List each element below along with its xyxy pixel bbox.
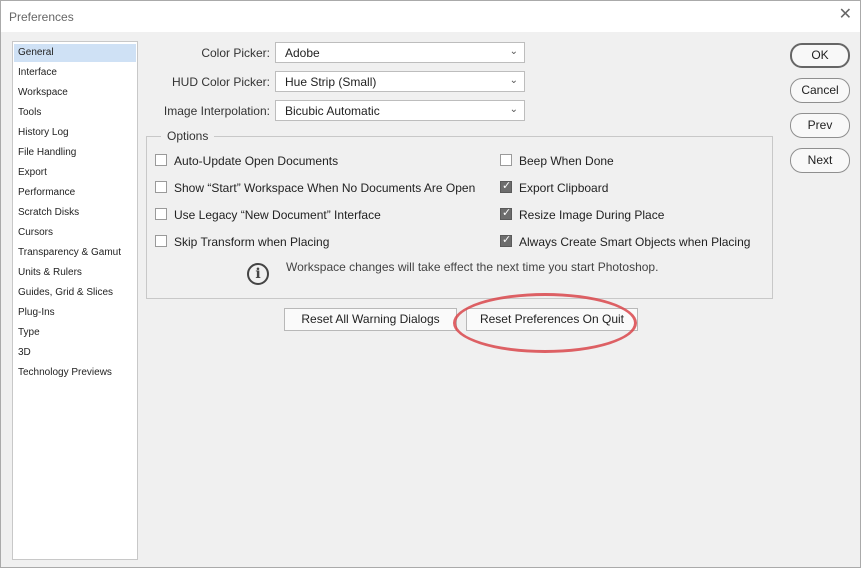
workspace-info-text: Workspace changes will take effect the n… [286,260,659,274]
show-start-workspace-label: Show “Start” Workspace When No Documents… [174,181,476,195]
preferences-sidebar: General Interface Workspace Tools Histor… [12,41,138,560]
skip-transform-label: Skip Transform when Placing [174,235,330,249]
smart-objects-checkbox[interactable]: ✓ [500,234,512,247]
sidebar-item-tools[interactable]: Tools [14,104,136,122]
image-interpolation-value: Bicubic Automatic [285,104,380,118]
highlight-annotation-ellipse [453,293,637,353]
cancel-button[interactable]: Cancel [790,78,850,103]
reset-warning-dialogs-button[interactable]: Reset All Warning Dialogs [284,308,457,331]
sidebar-item-guides-grid-slices[interactable]: Guides, Grid & Slices [14,284,136,302]
smart-objects-label: Always Create Smart Objects when Placing [519,235,751,249]
sidebar-item-units-rulers[interactable]: Units & Rulers [14,264,136,282]
sidebar-item-type[interactable]: Type [14,324,136,342]
resize-image-checkbox[interactable]: ✓ [500,207,512,220]
color-picker-value: Adobe [285,46,320,60]
title-bar: Preferences ✕ [1,1,860,32]
color-picker-label: Color Picker: [201,46,270,60]
window-title: Preferences [9,10,74,24]
sidebar-item-export[interactable]: Export [14,164,136,182]
sidebar-item-history-log[interactable]: History Log [14,124,136,142]
sidebar-item-plug-ins[interactable]: Plug-Ins [14,304,136,322]
chevron-down-icon: ⌄ [509,104,518,115]
color-picker-select[interactable]: Adobe ⌄ [275,42,525,63]
sidebar-item-performance[interactable]: Performance [14,184,136,202]
skip-transform-checkbox[interactable]: ✓ [155,235,167,247]
ok-button[interactable]: OK [790,43,850,68]
beep-when-done-label: Beep When Done [519,154,614,168]
check-icon: ✓ [502,180,512,192]
beep-when-done-checkbox[interactable]: ✓ [500,154,512,166]
sidebar-item-transparency-gamut[interactable]: Transparency & Gamut [14,244,136,262]
resize-image-label: Resize Image During Place [519,208,665,222]
hud-color-picker-select[interactable]: Hue Strip (Small) ⌄ [275,71,525,92]
auto-update-label: Auto-Update Open Documents [174,154,339,168]
export-clipboard-checkbox[interactable]: ✓ [500,180,512,193]
check-icon: ✓ [502,234,512,246]
sidebar-item-cursors[interactable]: Cursors [14,224,136,242]
info-icon: i [247,263,269,285]
image-interpolation-select[interactable]: Bicubic Automatic ⌄ [275,100,525,121]
hud-color-picker-label: HUD Color Picker: [171,75,270,89]
chevron-down-icon: ⌄ [509,75,518,86]
sidebar-item-workspace[interactable]: Workspace [14,84,136,102]
next-button[interactable]: Next [790,148,850,173]
image-interpolation-label: Image Interpolation: [163,104,270,118]
sidebar-item-general[interactable]: General [14,44,136,62]
sidebar-item-file-handling[interactable]: File Handling [14,144,136,162]
legacy-new-document-label: Use Legacy “New Document” Interface [174,208,381,222]
options-legend: Options [161,129,215,143]
legacy-new-document-checkbox[interactable]: ✓ [155,208,167,220]
check-icon: ✓ [502,207,512,219]
sidebar-item-technology-previews[interactable]: Technology Previews [14,364,136,382]
show-start-workspace-checkbox[interactable]: ✓ [155,181,167,193]
prev-button[interactable]: Prev [790,113,850,138]
close-icon[interactable]: ✕ [839,7,852,23]
sidebar-item-scratch-disks[interactable]: Scratch Disks [14,204,136,222]
export-clipboard-label: Export Clipboard [519,181,609,195]
hud-color-picker-value: Hue Strip (Small) [285,75,377,89]
chevron-down-icon: ⌄ [509,46,518,57]
sidebar-item-interface[interactable]: Interface [14,64,136,82]
auto-update-checkbox[interactable]: ✓ [155,154,167,166]
sidebar-item-3d[interactable]: 3D [14,344,136,362]
preferences-dialog: Preferences ✕ General Interface Workspac… [0,0,861,568]
